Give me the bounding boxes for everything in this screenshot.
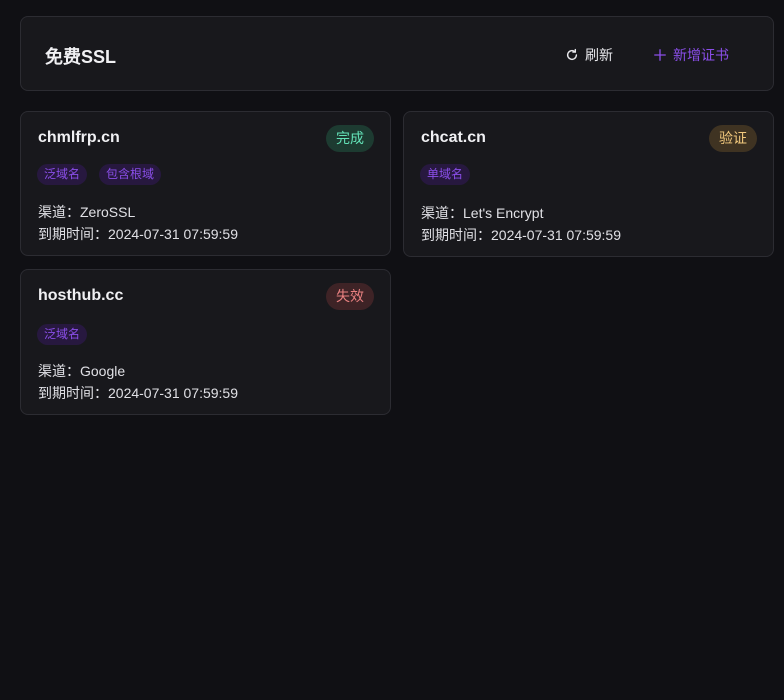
status-badge: 验证: [709, 125, 757, 152]
cert-domain: chmlfrp.cn: [38, 129, 120, 146]
cert-card[interactable]: chcat.cn 验证 单域名 渠道：Let's Encrypt 到期时间：20…: [403, 111, 774, 257]
tag-single-domain: 单域名: [420, 164, 471, 185]
tag-include-root: 包含根域: [99, 164, 162, 185]
cert-domain: chcat.cn: [421, 129, 486, 146]
cert-channel: 渠道：Google: [38, 363, 126, 379]
refresh-icon: [565, 48, 579, 62]
tag-wildcard: 泛域名: [37, 164, 88, 185]
page-header: 免费SSL 刷新 新增证书: [20, 16, 774, 91]
cert-expiry: 到期时间：2024-07-31 07:59:59: [38, 385, 238, 401]
tag-wildcard: 泛域名: [37, 324, 88, 345]
cert-channel: 渠道：ZeroSSL: [38, 204, 136, 220]
add-certificate-button[interactable]: 新增证书: [653, 43, 729, 67]
status-badge: 完成: [326, 125, 374, 152]
status-badge: 失效: [326, 283, 374, 310]
add-certificate-label: 新增证书: [673, 47, 729, 63]
cert-domain: hosthub.cc: [38, 287, 124, 304]
refresh-label: 刷新: [585, 47, 613, 63]
cert-card[interactable]: hosthub.cc 失效 泛域名 渠道：Google 到期时间：2024-07…: [20, 269, 391, 415]
cert-channel: 渠道：Let's Encrypt: [421, 205, 544, 221]
page-title: 免费SSL: [45, 47, 117, 67]
cert-expiry: 到期时间：2024-07-31 07:59:59: [421, 227, 621, 243]
cert-card[interactable]: chmlfrp.cn 完成 泛域名 包含根域 渠道：ZeroSSL 到期时间：2…: [20, 111, 391, 256]
refresh-button[interactable]: 刷新: [565, 43, 613, 67]
cert-expiry: 到期时间：2024-07-31 07:59:59: [38, 226, 238, 242]
plus-icon: [653, 48, 667, 62]
